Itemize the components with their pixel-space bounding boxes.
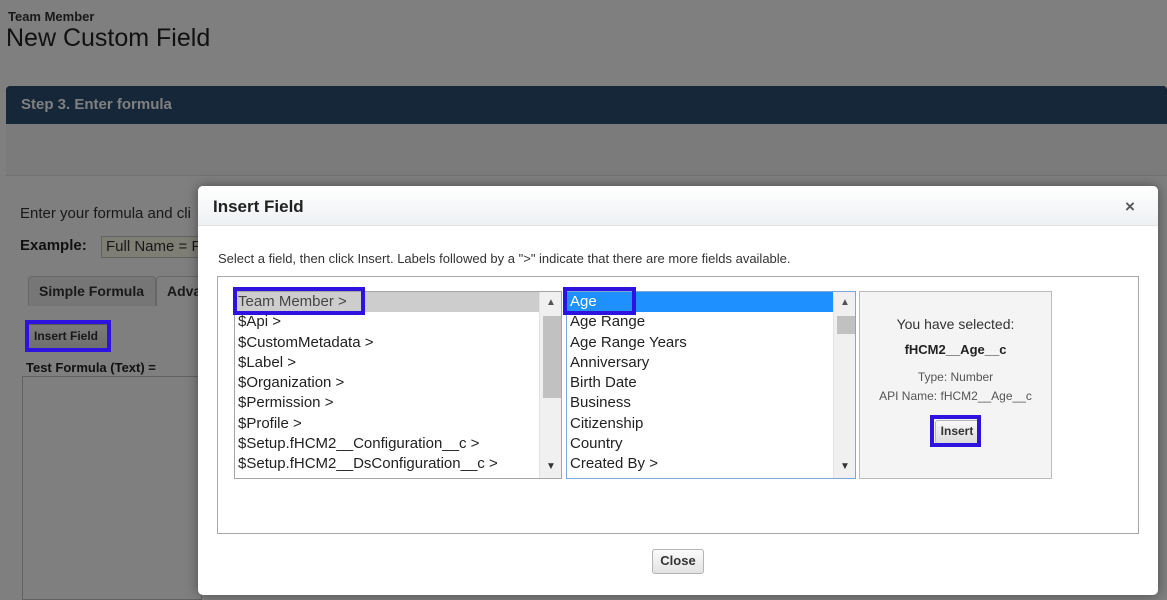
list-item[interactable]: $Profile > [235, 414, 539, 434]
list-item[interactable]: $CustomMetadata > [235, 333, 539, 353]
list-item[interactable]: $Setup.fHCM2__Configuration__c > [235, 434, 539, 454]
field-picker: Team Member > $Api > $CustomMetadata > $… [217, 276, 1139, 534]
list-item[interactable]: $Api > [235, 312, 539, 332]
list-item[interactable]: Business [567, 393, 833, 413]
list-item[interactable]: Country [567, 434, 833, 454]
list-item[interactable]: $Setup.fHCM2__DsConfiguration__c > [235, 454, 539, 474]
list-item[interactable]: Age Range Years [567, 333, 833, 353]
list-item[interactable]: $Organization > [235, 373, 539, 393]
list-item[interactable]: Anniversary [567, 353, 833, 373]
dialog-header: Insert Field × [198, 186, 1158, 226]
list-item[interactable]: Age Range [567, 312, 833, 332]
list-item[interactable]: Birth Date [567, 373, 833, 393]
field-list-scrollbar[interactable]: ▲ ▼ [833, 292, 855, 478]
dialog-title: Insert Field [213, 197, 304, 216]
scroll-thumb[interactable] [837, 316, 855, 334]
scroll-down-arrow-icon[interactable]: ▼ [540, 458, 561, 476]
object-list-scrollbar[interactable]: ▲ ▼ [539, 292, 561, 478]
selected-field-type: Type: Number [917, 370, 994, 384]
list-item[interactable]: Age [567, 292, 833, 313]
selected-field-details: You have selected: fHCM2__Age__c Type: N… [859, 291, 1052, 479]
selected-heading: You have selected: [896, 316, 1015, 332]
list-item[interactable]: $Label > [235, 353, 539, 373]
object-list[interactable]: Team Member > $Api > $CustomMetadata > $… [234, 291, 562, 479]
list-item[interactable]: Team Member > [235, 292, 539, 313]
insert-button[interactable]: Insert [935, 420, 979, 444]
field-list[interactable]: Age Age Range Age Range Years Anniversar… [566, 291, 856, 479]
scroll-thumb[interactable] [543, 316, 561, 398]
selected-field-name: fHCM2__Age__c [904, 342, 1007, 357]
list-item[interactable]: Citizenship [567, 414, 833, 434]
scroll-up-arrow-icon[interactable]: ▲ [834, 294, 855, 312]
close-icon[interactable]: × [1120, 198, 1140, 218]
dialog-instructions: Select a field, then click Insert. Label… [218, 251, 791, 266]
list-item[interactable]: $Permission > [235, 393, 539, 413]
list-item[interactable]: Created By > [567, 454, 833, 474]
close-button[interactable]: Close [652, 549, 704, 574]
insert-field-dialog: Insert Field × Select a field, then clic… [198, 186, 1158, 595]
selected-field-api-name: API Name: fHCM2__Age__c [879, 389, 1032, 403]
scroll-up-arrow-icon[interactable]: ▲ [540, 294, 561, 312]
scroll-down-arrow-icon[interactable]: ▼ [834, 458, 855, 476]
